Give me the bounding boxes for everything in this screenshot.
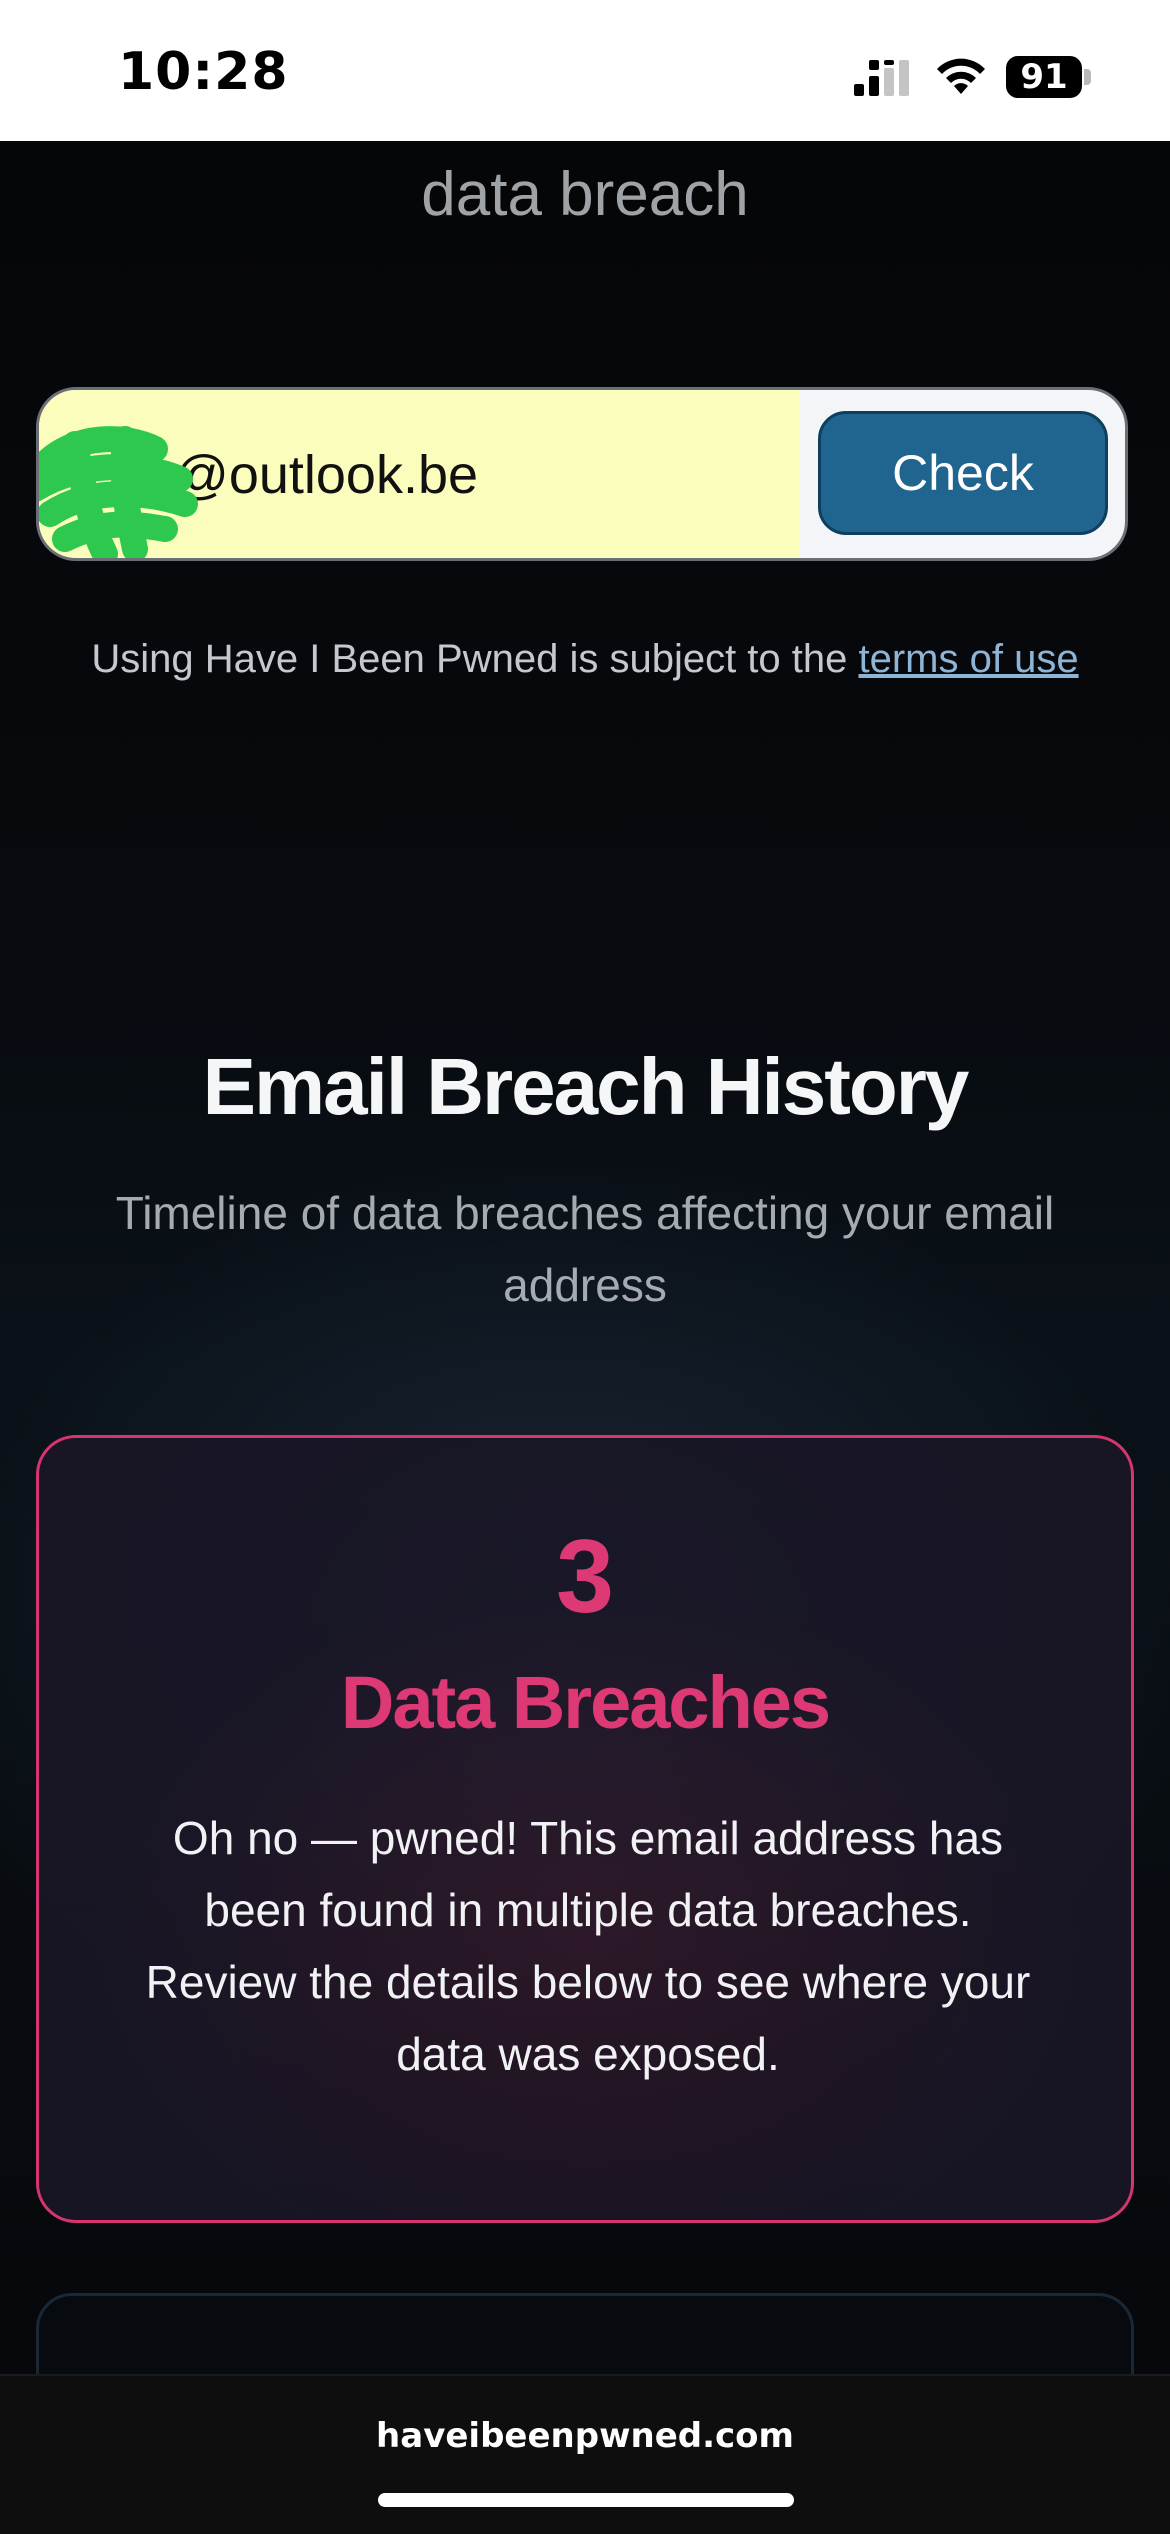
check-button[interactable]: Check — [818, 411, 1108, 535]
breach-detail-card — [36, 2293, 1134, 2374]
terms-prefix: Using Have I Been Pwned is subject to th… — [91, 637, 859, 681]
terms-line: Using Have I Been Pwned is subject to th… — [0, 637, 1170, 682]
signal-icon — [854, 60, 909, 96]
breach-count: 3 — [556, 1519, 614, 1635]
status-bar: 10:28 91 — [0, 0, 1170, 141]
breach-summary-card: 3 Data Breaches Oh no — pwned! This emai… — [36, 1435, 1134, 2223]
redaction-scribble — [39, 426, 198, 558]
terms-of-use-link[interactable]: terms of use — [859, 637, 1079, 681]
search-form: @outlook.be Check — [36, 387, 1128, 561]
email-field[interactable]: @outlook.be — [39, 390, 799, 558]
home-indicator[interactable] — [378, 2493, 794, 2507]
web-content[interactable]: data breach @outlook.be Check Using Have… — [0, 141, 1170, 2374]
page-subtitle: data breach — [421, 160, 749, 229]
url-text[interactable]: haveibeenpwned.com — [0, 2416, 1170, 2456]
breach-message: Oh no — pwned! This email address has be… — [145, 1812, 1031, 2080]
section-description: Timeline of data breaches affecting your… — [115, 1187, 1055, 1311]
section-title: Email Breach History — [202, 1042, 970, 1131]
email-value: @outlook.be — [174, 445, 479, 505]
status-time: 10:28 — [118, 42, 289, 102]
browser-url-bar[interactable]: haveibeenpwned.com — [0, 2374, 1170, 2534]
battery-level: 91 — [1006, 56, 1082, 98]
battery-cap — [1084, 69, 1091, 85]
battery-icon: 91 — [1006, 56, 1092, 98]
breach-label: Data Breaches — [340, 1661, 831, 1744]
wifi-icon — [937, 58, 985, 94]
